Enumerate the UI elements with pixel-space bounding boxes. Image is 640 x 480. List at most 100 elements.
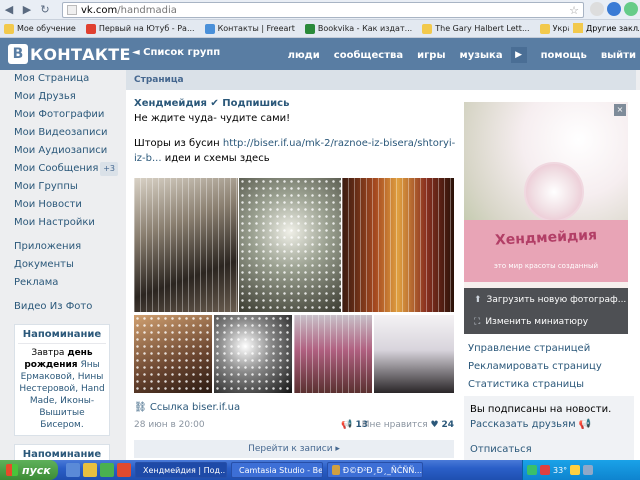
start-button[interactable]: пуск: [0, 460, 58, 480]
quicklaunch-icon[interactable]: [100, 463, 114, 477]
sidebar-item[interactable]: Мои Настройки: [14, 214, 126, 232]
menu-music[interactable]: музыка: [460, 50, 503, 61]
post-photo[interactable]: [214, 315, 292, 393]
bookmark-star-icon[interactable]: ☆: [569, 4, 579, 17]
browser-toolbar: ◀ ▶ ↻ vk.com/handmadia ☆: [0, 0, 640, 20]
bookmark-item[interactable]: Мое обучение: [4, 23, 76, 34]
breadcrumb-label: Страница: [134, 75, 184, 85]
taskbar-window-button[interactable]: Camtasia Studio - Bes...: [231, 462, 323, 478]
menu-people[interactable]: люди: [288, 50, 320, 61]
quicklaunch-icon[interactable]: [117, 463, 131, 477]
sidebar-item[interactable]: Приложения: [14, 238, 126, 256]
tell-friends-link[interactable]: Рассказать друзьям 📢: [470, 419, 628, 430]
extension-icons: [590, 2, 638, 16]
post-photo[interactable]: [342, 178, 454, 312]
vk-logo-icon: В: [8, 44, 28, 64]
main-content: Хендмейдия ✔ Подпишись Не ждите чуда- чу…: [126, 90, 640, 460]
groups-list-link[interactable]: ◄ Список групп: [132, 47, 220, 58]
post-author[interactable]: Хендмейдия ✔ Подпишись: [134, 98, 458, 109]
cover-actions: ⬆ Загрузить новую фотограф... ⛶ Изменить м…: [464, 288, 628, 334]
menu-logout[interactable]: выйти: [601, 50, 636, 61]
reload-icon[interactable]: ↻: [36, 1, 54, 19]
post-subtitle: Не ждите чуда- чудите сами!: [134, 113, 291, 124]
upload-photo-button[interactable]: ⬆ Загрузить новую фотограф...: [464, 290, 628, 310]
page-stats-link[interactable]: Статистика страницы: [468, 376, 638, 394]
forward-icon[interactable]: ▶: [18, 1, 36, 19]
post-photo[interactable]: [134, 178, 238, 312]
bookmark-icon: [422, 23, 433, 34]
extension-icon[interactable]: [624, 2, 638, 16]
sidebar-item[interactable]: Мои Новости: [14, 196, 126, 214]
sidebar-item-video-from-photo[interactable]: Видео Из Фото: [14, 298, 126, 316]
windows-flag-icon: [6, 464, 18, 476]
post-meta: 28 июн в 20:00 📢 13 Мне нравится ♥ 24: [134, 420, 454, 430]
page-actions: Управление страницей Рекламировать стран…: [468, 340, 638, 394]
tray-icon[interactable]: [527, 465, 537, 475]
bookmark-icon: [4, 23, 14, 34]
sidebar-item[interactable]: Мои Группы: [14, 178, 126, 196]
bookmark-icon: [539, 23, 550, 34]
post-photo[interactable]: [294, 315, 372, 393]
heart-icon: ♥: [430, 420, 439, 430]
sidebar-item[interactable]: Мои Видеозаписи: [14, 124, 126, 142]
back-icon[interactable]: ◀: [0, 1, 18, 19]
share-icon: 📢: [341, 420, 353, 430]
quicklaunch-icon[interactable]: [66, 463, 80, 477]
post-photo[interactable]: [134, 315, 212, 393]
unread-count-badge: +3: [100, 162, 118, 176]
url-domain: vk.com: [81, 4, 118, 16]
tray-icon[interactable]: [583, 465, 594, 475]
tray-icon[interactable]: [540, 465, 550, 475]
menu-games[interactable]: игры: [417, 50, 445, 61]
close-icon[interactable]: ×: [614, 104, 626, 116]
taskbar-window-button[interactable]: Хендмейдия | Под...: [135, 462, 227, 478]
sidebar-item[interactable]: Мои Аудиозаписи: [14, 142, 126, 160]
top-menu: люди сообщества игры музыка ▶ помощь вый…: [274, 47, 636, 63]
menu-help[interactable]: помощь: [541, 50, 587, 61]
upload-icon: ⬆: [474, 295, 482, 305]
unsubscribe-link[interactable]: Отписаться: [470, 444, 532, 455]
extension-icon[interactable]: [590, 2, 604, 16]
post-text: Шторы из бусин http://biser.if.ua/mk-2/r…: [134, 138, 456, 164]
sidebar-item[interactable]: Мои Сообщения +3: [14, 160, 126, 178]
bookmark-icon: [204, 23, 215, 34]
edit-thumbnail-button[interactable]: ⛶ Изменить миниатюру: [464, 312, 628, 332]
bookmark-item[interactable]: Первый на Ютуб - Ра...: [85, 23, 195, 34]
breadcrumb: Страница: [126, 70, 636, 90]
left-sidebar: Моя Страница Мои Друзья Мои Фотографии Мои …: [0, 70, 126, 471]
tray-temperature: 33°: [553, 465, 568, 475]
go-to-post-button[interactable]: Перейти к записи ▸: [134, 440, 454, 458]
cover-subtitle: это мир красоты созданный: [493, 262, 599, 270]
post-date[interactable]: 28 июн в 20:00: [134, 420, 205, 430]
sidebar-item[interactable]: Документы: [14, 256, 126, 274]
address-bar[interactable]: vk.com/handmadia ☆: [62, 2, 584, 18]
quicklaunch-icon[interactable]: [83, 463, 97, 477]
bookmark-item[interactable]: The Gary Halbert Lett...: [422, 23, 530, 34]
menu-more-icon[interactable]: ▶: [510, 47, 527, 63]
tray-icon[interactable]: [570, 465, 581, 475]
like-button[interactable]: Мне нравится ♥ 24: [362, 420, 454, 430]
post-photo[interactable]: [239, 178, 341, 312]
taskbar-window-button[interactable]: Ð©Ð²Ð¸Ð¸_ÑČÑÑ...: [327, 462, 423, 478]
sidebar-item[interactable]: Мои Друзья: [14, 88, 126, 106]
sidebar-item[interactable]: Реклама: [14, 274, 126, 292]
vk-logo[interactable]: В КОНТАКТЕ: [8, 44, 131, 64]
bookmark-item[interactable]: Контакты | Freeart: [204, 23, 295, 34]
extension-icon[interactable]: [607, 2, 621, 16]
menu-communities[interactable]: сообщества: [334, 50, 403, 61]
quick-launch: [66, 463, 131, 477]
manage-page-link[interactable]: Управление страницей: [468, 340, 638, 358]
post-source-link[interactable]: ⛓ Ссылка biser.if.ua: [134, 402, 240, 413]
sidebar-item[interactable]: Мои Фотографии: [14, 106, 126, 124]
bookmarks-bar: Мое обучение Первый на Ютуб - Ра... Контак…: [0, 20, 640, 38]
megaphone-icon: 📢: [578, 419, 592, 430]
sidebar-item[interactable]: Моя Страница: [14, 70, 126, 88]
post-photo[interactable]: [374, 315, 454, 393]
folder-icon: [572, 23, 583, 33]
bookmark-item[interactable]: Bookvika - Как издат...: [304, 23, 412, 34]
advertise-page-link[interactable]: Рекламировать страницу: [468, 358, 638, 376]
reminder-text[interactable]: Завтра день рождения Яны Ермаковой, Нины…: [18, 347, 106, 431]
subscription-status: Вы подписаны на новости.: [470, 404, 612, 415]
app-icon: [332, 465, 340, 475]
other-bookmarks[interactable]: Другие закл: [568, 23, 638, 33]
